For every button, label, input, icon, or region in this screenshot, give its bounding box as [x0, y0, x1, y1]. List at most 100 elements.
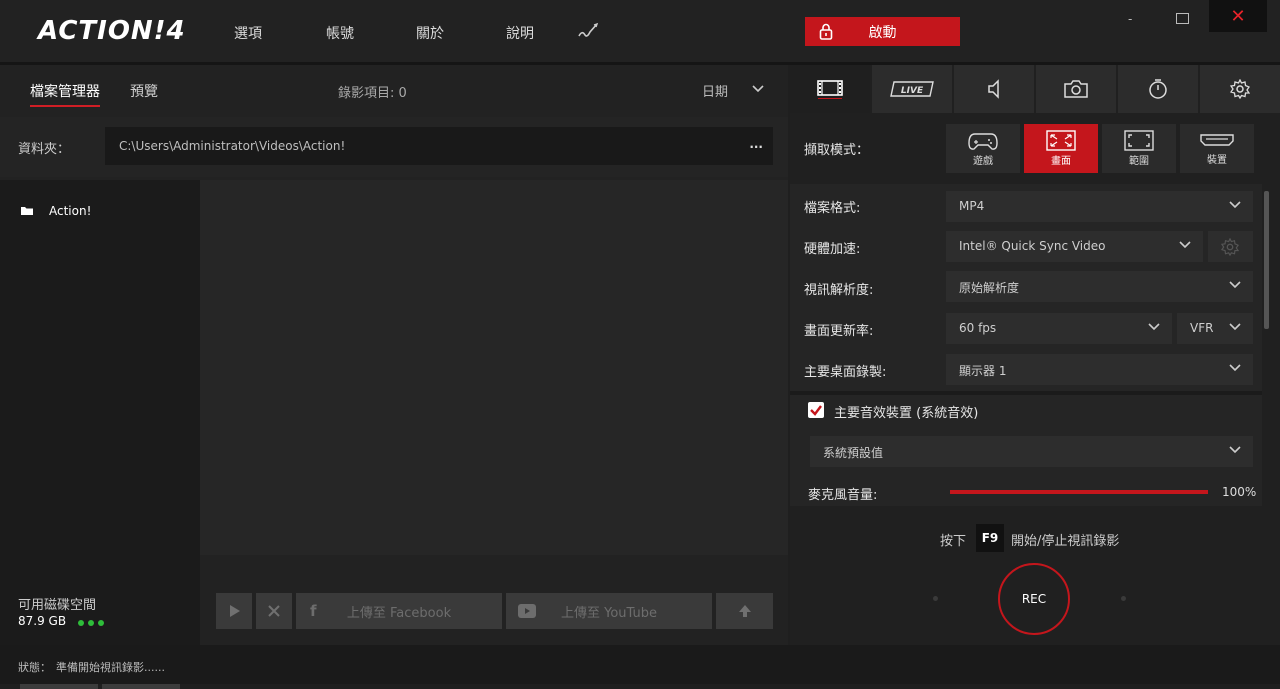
- chevron-down-icon: [1148, 323, 1160, 331]
- delete-button[interactable]: [256, 593, 292, 629]
- file-format-dropdown[interactable]: MP4: [946, 191, 1253, 222]
- gear-icon: [1221, 238, 1239, 256]
- hw-accel-dropdown[interactable]: Intel® Quick Sync Video: [946, 231, 1203, 262]
- disk-space-label: 可用磁碟空間: [18, 598, 97, 613]
- recordings-list: [200, 180, 788, 555]
- audio-device-label: 主要音效裝置 (系統音效): [834, 406, 979, 421]
- app-logo: ACTION!4: [38, 16, 186, 46]
- title-bar: ACTION!4 選項 帳號 關於 說明 啟動 - ✕: [0, 0, 1280, 65]
- main-desktop-label: 主要桌面錄製:: [804, 365, 887, 380]
- mic-volume-slider[interactable]: [950, 490, 1208, 494]
- status-label: 狀態：: [18, 661, 51, 674]
- upload-facebook-button[interactable]: f 上傳至 Facebook: [296, 593, 502, 629]
- tree-item-action[interactable]: Action!: [49, 204, 91, 218]
- folder-icon: [20, 205, 34, 220]
- mic-volume-fill: [950, 490, 1208, 494]
- fullscreen-icon: [1046, 130, 1076, 151]
- resolution-label: 視訊解析度:: [804, 283, 874, 298]
- minimize-button[interactable]: -: [1128, 12, 1132, 26]
- resolution-value: 原始解析度: [959, 281, 1020, 295]
- upload-button[interactable]: [716, 593, 773, 629]
- play-icon: [230, 605, 240, 617]
- menu-about[interactable]: 關於: [416, 23, 444, 43]
- tab-screenshot[interactable]: [1036, 65, 1116, 113]
- timer-icon: [1149, 79, 1167, 99]
- disk-status-icon: [77, 616, 105, 631]
- mode-fullscreen[interactable]: 畫面: [1024, 124, 1098, 173]
- chevron-down-icon: [1229, 281, 1241, 289]
- tab-video[interactable]: [790, 65, 870, 113]
- file-format-label: 檔案格式:: [804, 201, 861, 216]
- region-icon: [1124, 130, 1154, 151]
- recording-settings-panel: LIVE 擷取模式： 遊戲 畫面 範圍 裝置 檔案格式: MP4 硬體加速: I…: [790, 65, 1280, 645]
- hotkey-prefix: 按下: [940, 534, 967, 549]
- mode-game[interactable]: 遊戲: [946, 124, 1020, 173]
- tab-settings[interactable]: [1200, 65, 1280, 113]
- dot-icon: [933, 596, 938, 601]
- status-text: 準備開始視訊錄影......: [56, 661, 165, 674]
- film-icon: [817, 80, 843, 99]
- live-text: LIVE: [901, 86, 924, 96]
- menu-help[interactable]: 說明: [506, 23, 534, 43]
- mode-device[interactable]: 裝置: [1180, 124, 1254, 173]
- chevron-down-icon: [1229, 446, 1241, 454]
- scrollbar[interactable]: [1264, 191, 1269, 329]
- sort-dropdown[interactable]: 日期: [702, 81, 728, 100]
- audio-device-checkbox[interactable]: [808, 402, 824, 418]
- chevron-down-icon: [1229, 201, 1241, 209]
- play-button[interactable]: [216, 593, 252, 629]
- framerate-mode-dropdown[interactable]: VFR: [1177, 313, 1253, 344]
- youtube-icon: [518, 604, 536, 622]
- tab-timer[interactable]: [1118, 65, 1198, 113]
- menu-account[interactable]: 帳號: [326, 23, 354, 43]
- hotkey-suffix: 開始/停止視訊錄影: [1011, 534, 1120, 549]
- live-icon: LIVE: [890, 81, 934, 97]
- capture-mode-label: 擷取模式：: [804, 143, 870, 158]
- chevron-down-icon[interactable]: [751, 83, 765, 98]
- maximize-button[interactable]: [1176, 13, 1189, 24]
- framerate-value: 60 fps: [959, 321, 997, 335]
- audio-device-value: 系統預設值: [823, 446, 884, 460]
- browse-folder-button[interactable]: ...: [749, 137, 763, 151]
- upload-youtube-label: 上傳至 YouTube: [561, 605, 657, 621]
- camera-icon: [1064, 80, 1088, 98]
- facebook-icon: f: [310, 602, 317, 620]
- framerate-dropdown[interactable]: 60 fps: [946, 313, 1172, 344]
- tab-preview[interactable]: 預覽: [130, 81, 158, 101]
- hw-accel-settings-button[interactable]: [1208, 231, 1253, 262]
- lock-icon: [819, 23, 833, 44]
- hdmi-icon: [1200, 134, 1234, 146]
- folder-path-field[interactable]: C:\Users\Administrator\Videos\Action! ..…: [105, 127, 773, 165]
- tab-live[interactable]: LIVE: [872, 65, 952, 113]
- file-manager-panel: 檔案管理器 預覽 錄影項目: 0 日期 資料夾： C:\Users\Admini…: [0, 65, 788, 689]
- mic-volume-label: 麥克風音量:: [808, 488, 878, 503]
- mode-region[interactable]: 範圍: [1102, 124, 1176, 173]
- dot-icon: [1121, 596, 1126, 601]
- status-bar: 狀態： 準備開始視訊錄影......: [0, 645, 1280, 684]
- mode-device-label: 裝置: [1207, 155, 1227, 166]
- audio-device-dropdown[interactable]: 系統預設值: [810, 436, 1253, 467]
- main-desktop-dropdown[interactable]: 顯示器 1: [946, 354, 1253, 385]
- close-button[interactable]: ✕: [1209, 0, 1267, 32]
- divider: [790, 391, 1262, 395]
- signature-icon[interactable]: [578, 22, 600, 44]
- delete-icon: [268, 605, 280, 617]
- resolution-dropdown[interactable]: 原始解析度: [946, 271, 1253, 302]
- gear-icon: [1230, 79, 1250, 99]
- framerate-mode-value: VFR: [1190, 321, 1214, 335]
- chevron-down-icon: [1229, 364, 1241, 372]
- folder-path-text: C:\Users\Administrator\Videos\Action!: [119, 139, 346, 153]
- tab-file-manager[interactable]: 檔案管理器: [30, 81, 100, 107]
- main-desktop-value: 顯示器 1: [959, 364, 1007, 378]
- start-button[interactable]: 啟動: [805, 17, 960, 46]
- mode-fullscreen-label: 畫面: [1051, 156, 1071, 167]
- hotkey-key: F9: [976, 524, 1004, 552]
- upload-youtube-button[interactable]: 上傳至 YouTube: [506, 593, 712, 629]
- folder-label: 資料夾：: [18, 142, 71, 157]
- menu-options[interactable]: 選項: [234, 23, 262, 43]
- framerate-label: 畫面更新率:: [804, 324, 874, 339]
- mode-region-label: 範圍: [1129, 156, 1149, 167]
- tab-audio[interactable]: [954, 65, 1034, 113]
- rec-button[interactable]: REC: [998, 563, 1070, 635]
- mode-game-label: 遊戲: [973, 156, 993, 167]
